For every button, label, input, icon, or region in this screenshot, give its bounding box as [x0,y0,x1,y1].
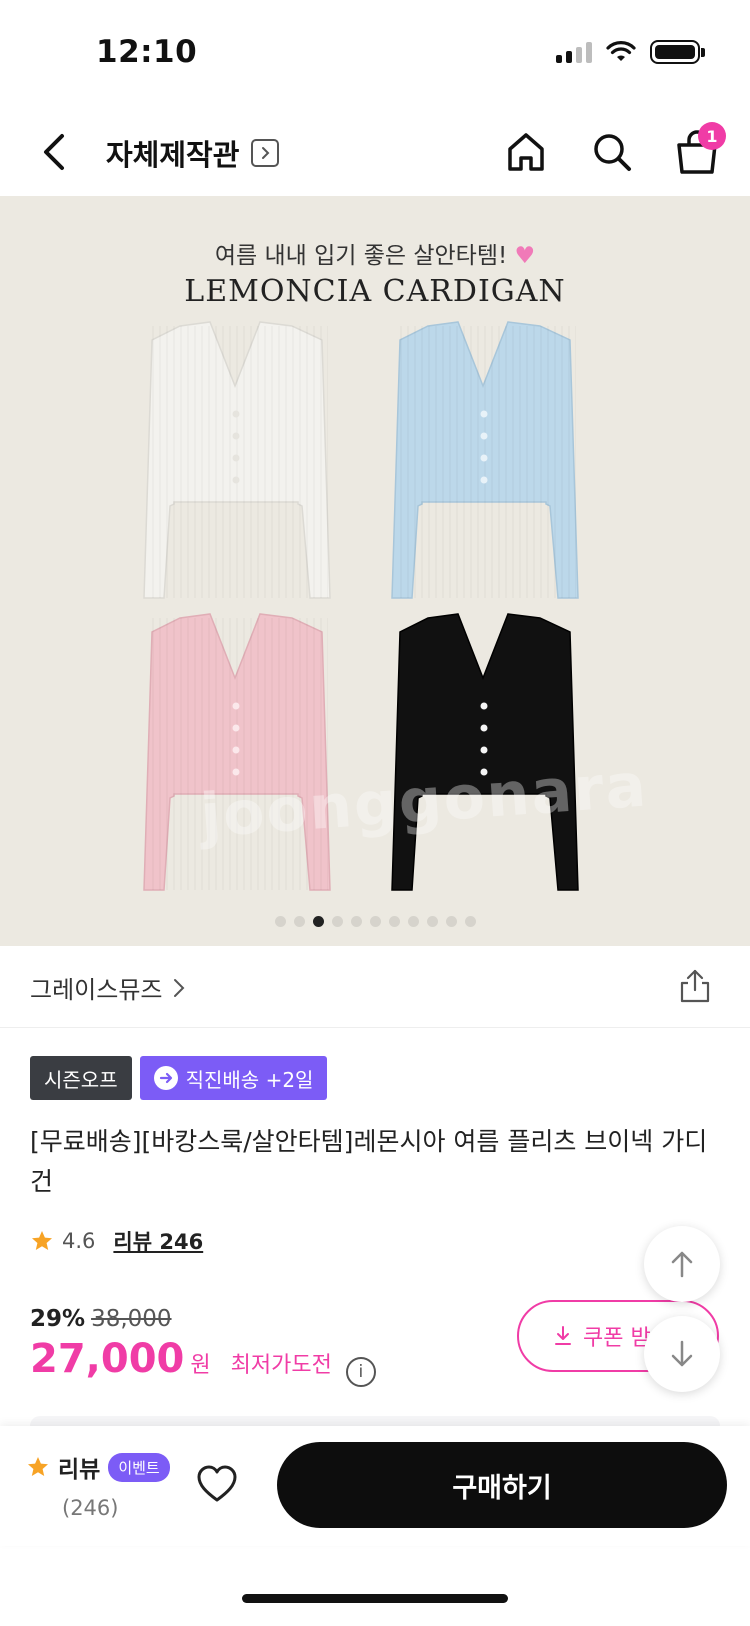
price-unit: 원 [190,1353,211,1378]
battery-icon [650,40,705,64]
original-price: 38,000 [91,1306,172,1332]
carousel-dot[interactable] [388,916,400,927]
white-cardigan [143,321,331,599]
back-icon[interactable] [34,130,74,174]
search-icon[interactable] [590,130,634,174]
star-icon [28,1457,48,1476]
carousel-indicator [0,916,750,927]
nav-bar: 자체제작관 1 [0,110,750,196]
brand-name: 그레이스뮤즈 [30,976,163,1004]
arrow-up-icon [671,1251,693,1278]
share-icon[interactable] [678,968,712,1004]
wifi-icon [606,41,636,61]
coupon-label: 쿠폰 받 [583,1326,651,1351]
final-price: 27,000 [30,1336,185,1382]
delivery-arrow-icon [153,1066,178,1090]
home-indicator [242,1594,508,1603]
review-label: 리뷰 [58,1457,101,1483]
review-summary[interactable]: 리뷰 이벤트 [26,1450,170,1484]
product-image-carousel[interactable]: 여름 내내 입기 좋은 살안타템! ♥ LEMONCIA CARDIGAN jo… [0,196,750,946]
signal-icon [556,41,592,63]
store-link[interactable]: 자체제작관 [106,132,280,174]
review-count: (246) [62,1496,119,1520]
cart-count-badge: 1 [698,122,726,150]
price-row: 27,000 원 최저가도전 i [30,1336,376,1387]
carousel-dot[interactable] [312,916,324,927]
discount-row: 29% 38,000 [30,1306,172,1332]
heart-icon[interactable] [196,1464,238,1504]
brand-row: 그레이스뮤즈 [0,946,750,1028]
carousel-dot[interactable] [331,916,343,927]
status-time: 12:10 [96,34,198,70]
rating-row: 4.6 리뷰 246 [30,1226,203,1256]
carousel-dot[interactable] [293,916,305,927]
rating-score: 4.6 [62,1229,96,1253]
lowest-price-label: 최저가도전 [230,1353,332,1378]
product-tags: 시즌오프 직진배송 +2일 [30,1056,328,1100]
direct-delivery-tag: 직진배송 +2일 [139,1056,328,1100]
direct-delivery-label: 직진배송 +2일 [185,1067,314,1092]
home-icon[interactable] [504,130,548,174]
brand-link[interactable]: 그레이스뮤즈 [30,970,186,1005]
bottom-action-bar: 리뷰 이벤트 (246) 구매하기 [0,1426,750,1546]
event-badge: 이벤트 [108,1452,170,1482]
carousel-dot[interactable] [274,916,286,927]
chevron-right-icon [251,139,280,167]
star-icon [32,1231,52,1250]
discount-rate: 29% [30,1306,86,1332]
product-title: [무료배송][바캉스룩/살안타템]레몬시아 여름 플리츠 브이넥 가디건 [30,1127,708,1196]
review-link[interactable]: 리뷰 246 [113,1226,203,1256]
status-bar: 12:10 [0,0,750,100]
chevron-right-icon [174,978,185,997]
season-off-tag: 시즌오프 [30,1056,132,1100]
carousel-dot[interactable] [464,916,476,927]
page-title: 자체제작관 [106,138,240,172]
carousel-dot[interactable] [426,916,438,927]
info-icon[interactable]: i [345,1357,376,1387]
blue-cardigan [391,321,579,599]
carousel-dot[interactable] [445,916,457,927]
scroll-top-button[interactable] [644,1226,720,1302]
carousel-dot[interactable] [369,916,381,927]
black-cardigan [391,613,579,891]
status-icons [556,40,705,64]
carousel-dot[interactable] [350,916,362,927]
carousel-dot[interactable] [407,916,419,927]
buy-button[interactable]: 구매하기 [277,1442,727,1528]
arrow-down-icon [671,1340,693,1367]
scroll-bottom-button[interactable] [644,1316,720,1392]
download-icon [555,1326,571,1345]
